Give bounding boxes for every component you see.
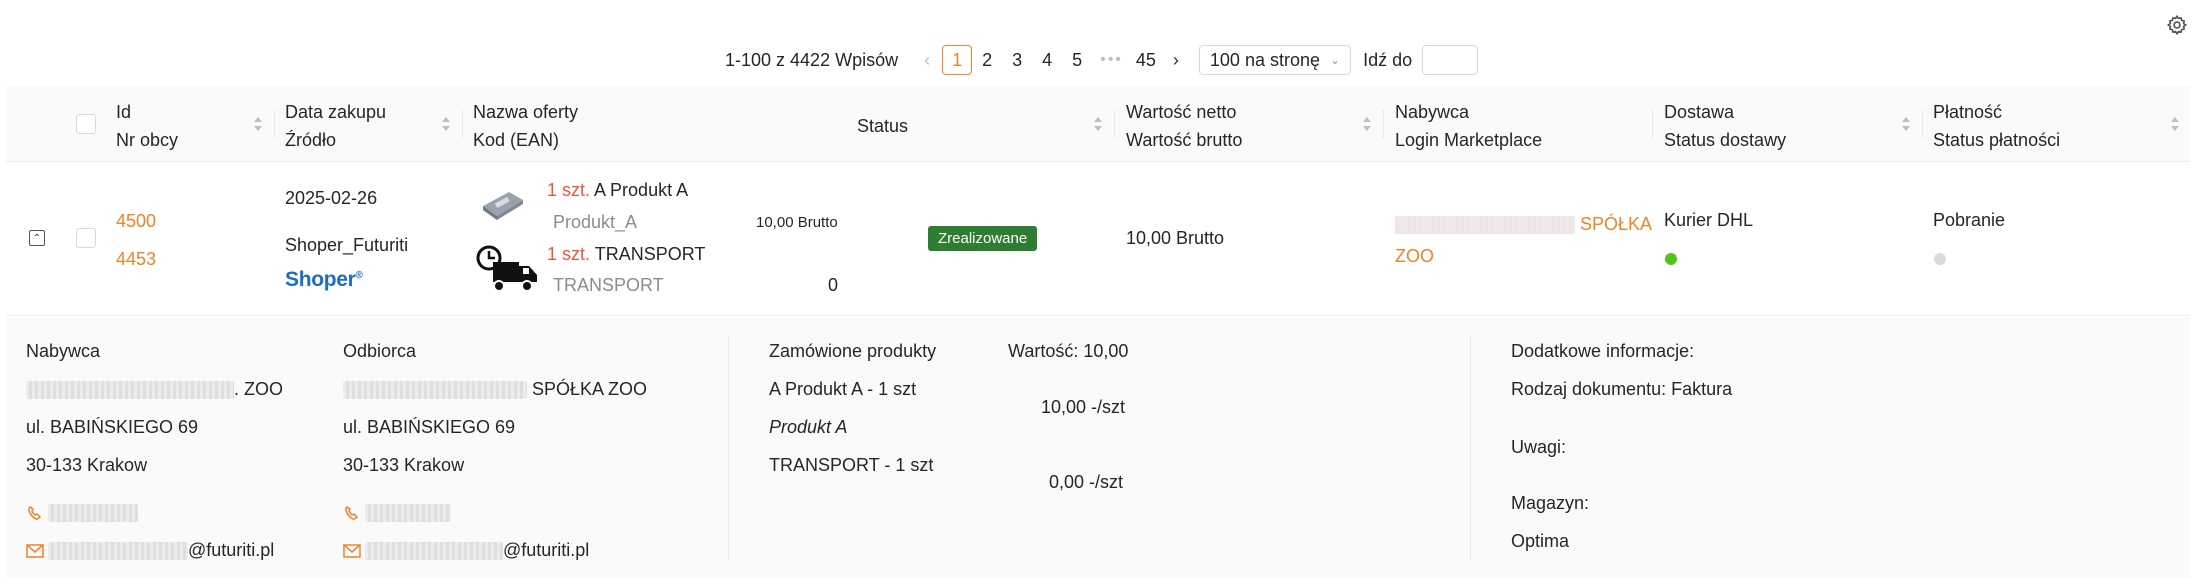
products-value: Wartość: 10,00 bbox=[1008, 341, 1129, 361]
recipient-street: ul. BABIŃSKIEGO 69 bbox=[343, 417, 516, 437]
sort-icon[interactable] bbox=[1901, 116, 1911, 132]
warehouse-value: Optima bbox=[1511, 531, 1570, 551]
collapse-row-icon[interactable]: ⌃ bbox=[29, 230, 45, 246]
order-id-link[interactable]: 4500 bbox=[116, 211, 156, 232]
external-no-link[interactable]: 4453 bbox=[116, 249, 156, 270]
pagination-total: 1-100 z 4422 Wpisów bbox=[725, 49, 899, 70]
product-line-1: A Produkt A - 1 szt bbox=[769, 379, 917, 399]
pagination: 1-100 z 4422 Wpisów ‹ 1 2 3 4 5 ••• 45 ›… bbox=[725, 44, 1479, 76]
products-title: Zamówione produkty bbox=[769, 341, 937, 361]
delivery-truck-icon bbox=[476, 245, 537, 292]
col-payment-header[interactable]: Płatność Status płatności bbox=[1933, 98, 2060, 154]
item-2-price: 0 bbox=[828, 275, 839, 295]
goto-label: Idź do bbox=[1363, 49, 1413, 70]
item-1-code: Produkt_A bbox=[553, 212, 638, 232]
col-buyer-header: Nabywca Login Marketplace bbox=[1395, 102, 1543, 150]
next-page-icon[interactable]: › bbox=[1167, 50, 1185, 70]
page-3-button[interactable]: 3 bbox=[1002, 45, 1032, 75]
col-offer-header: Nazwa oferty Kod (EAN) bbox=[473, 102, 579, 150]
extra-info-title: Dodatkowe informacje: bbox=[1511, 341, 1695, 361]
item-2-code: TRANSPORT bbox=[553, 275, 664, 295]
col-value-header[interactable]: Wartość netto Wartość brutto bbox=[1126, 98, 1242, 154]
recipient-phone bbox=[343, 502, 451, 523]
page-last-button[interactable]: 45 bbox=[1131, 45, 1161, 75]
buyer-company: . ZOO bbox=[26, 379, 283, 400]
mail-icon bbox=[343, 544, 361, 558]
row-checkbox[interactable] bbox=[76, 228, 96, 248]
col-delivery-header[interactable]: Dostawa Status dostawy bbox=[1664, 98, 1786, 154]
item-1-name[interactable]: 1 szt. A Produkt A bbox=[547, 180, 688, 201]
item-1-price: 10,00 Brutto bbox=[756, 214, 838, 231]
table-header: Id Nr obcy Data zakupu Źródło Nazwa ofer… bbox=[6, 86, 2190, 162]
recipient-city: 30-133 Krakow bbox=[343, 455, 465, 475]
phone-icon bbox=[345, 506, 359, 521]
warehouse-label: Magazyn: bbox=[1511, 493, 1590, 513]
page-5-button[interactable]: 5 bbox=[1062, 45, 1092, 75]
product-line-2: TRANSPORT - 1 szt bbox=[769, 455, 934, 475]
payment-status-dot bbox=[1934, 253, 1946, 265]
order-value: 10,00 Brutto bbox=[1126, 228, 1225, 248]
document-type: Rodzaj dokumentu: Faktura bbox=[1511, 379, 1733, 399]
sort-icon[interactable] bbox=[1093, 116, 1103, 132]
table-row[interactable]: ⌃ 4500 4453 2025-02-26 Shoper_Futuriti S… bbox=[6, 162, 2190, 316]
phone-icon bbox=[28, 506, 42, 521]
page-4-button[interactable]: 4 bbox=[1032, 45, 1062, 75]
delivery-method: Kurier DHL bbox=[1664, 210, 1754, 230]
buyer-title: Nabywca bbox=[26, 341, 101, 361]
pagination-ellipsis[interactable]: ••• bbox=[1100, 51, 1123, 69]
sort-icon[interactable] bbox=[1362, 116, 1372, 132]
recipient-title: Odbiorca bbox=[343, 341, 417, 361]
col-id-header[interactable]: Id Nr obcy bbox=[116, 98, 178, 154]
status-badge: Zrealizowane bbox=[928, 226, 1038, 251]
settings-gear-icon[interactable] bbox=[2166, 14, 2188, 36]
sort-icon[interactable] bbox=[2170, 116, 2180, 132]
notes-label: Uwagi: bbox=[1511, 437, 1567, 457]
buyer-phone bbox=[26, 502, 138, 523]
sort-icon[interactable] bbox=[253, 116, 263, 132]
prev-page-icon[interactable]: ‹ bbox=[918, 50, 936, 70]
buyer-city: 30-133 Krakow bbox=[26, 455, 148, 475]
recipient-company: SPÓŁKA ZOO bbox=[343, 379, 647, 400]
col-status-header[interactable]: Status bbox=[857, 112, 908, 140]
sort-icon[interactable] bbox=[441, 116, 451, 132]
delivery-status-dot bbox=[1665, 253, 1677, 265]
chevron-down-icon: ⌄ bbox=[1330, 53, 1341, 67]
shoper-logo: Shoper® bbox=[285, 268, 363, 291]
product-line-2-price: 0,00 -/szt bbox=[1049, 472, 1124, 492]
product-line-1-sub: Produkt A bbox=[769, 417, 848, 437]
buyer-street: ul. BABIŃSKIEGO 69 bbox=[26, 417, 199, 437]
order-source: Shoper_Futuriti bbox=[285, 235, 409, 255]
recipient-email[interactable]: @futuriti.pl bbox=[343, 540, 589, 561]
page-1-button[interactable]: 1 bbox=[942, 45, 973, 75]
purchase-date: 2025-02-26 bbox=[285, 188, 378, 208]
goto-page-input[interactable] bbox=[1422, 45, 1479, 75]
page-size-value: 100 na stronę bbox=[1209, 49, 1320, 70]
buyer-email[interactable]: @futuriti.pl bbox=[26, 540, 274, 561]
page-size-select[interactable]: 100 na stronę ⌄ bbox=[1198, 45, 1352, 75]
buyer-name-line2: ZOO bbox=[1395, 246, 1434, 266]
product-thumbnail bbox=[483, 192, 523, 220]
product-line-1-price: 10,00 -/szt bbox=[1041, 397, 1126, 417]
buyer-name: SPÓŁKA bbox=[1395, 214, 1652, 235]
mail-icon bbox=[26, 544, 44, 558]
select-all-checkbox[interactable] bbox=[76, 114, 96, 134]
payment-method: Pobranie bbox=[1933, 210, 2006, 230]
item-2-name[interactable]: 1 szt. TRANSPORT bbox=[547, 244, 705, 265]
order-detail-panel: Nabywca . ZOO ul. BABIŃSKIEGO 69 30-133 … bbox=[6, 317, 2190, 578]
col-date-header[interactable]: Data zakupu Źródło bbox=[285, 98, 386, 154]
page-2-button[interactable]: 2 bbox=[972, 45, 1002, 75]
